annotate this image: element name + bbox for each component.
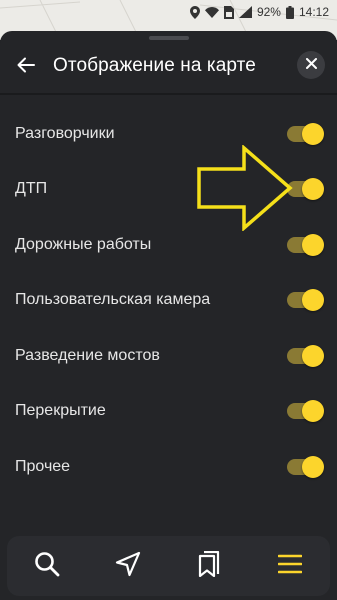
status-bar: 92% 14:12 [0, 0, 337, 24]
battery-percent: 92% [256, 5, 281, 19]
setting-row-bridges[interactable]: Разведение мостов [0, 328, 337, 384]
setting-toggle[interactable] [287, 289, 324, 312]
sheet-grabber[interactable] [149, 36, 189, 40]
setting-label: Дорожные работы [15, 235, 152, 253]
settings-sheet: Отображение на карте Разговорчики ДТП До… [0, 31, 337, 600]
sim-icon [223, 5, 234, 19]
bookmarks-icon [197, 550, 221, 582]
setting-row-user-camera[interactable]: Пользовательская камера [0, 273, 337, 329]
menu-icon [277, 554, 302, 579]
battery-icon [285, 5, 294, 19]
toggle-knob [302, 344, 324, 367]
setting-label: Прочее [15, 457, 71, 475]
toggle-knob [302, 233, 324, 256]
back-button[interactable] [10, 51, 42, 83]
toggle-knob [302, 455, 324, 478]
setting-row-chats[interactable]: Разговорчики [0, 106, 337, 162]
setting-toggle[interactable] [287, 233, 324, 256]
arrow-left-icon [17, 57, 35, 78]
navigation-arrow-icon [115, 551, 141, 582]
setting-label: Перекрытие [15, 402, 106, 420]
sheet-header: Отображение на карте [0, 45, 337, 89]
setting-row-closure[interactable]: Перекрытие [0, 384, 337, 440]
setting-label: Разведение мостов [15, 346, 160, 364]
setting-row-other[interactable]: Прочее [0, 439, 337, 495]
nav-menu-button[interactable] [260, 536, 320, 596]
nav-search-button[interactable] [17, 536, 77, 596]
clock: 14:12 [298, 5, 329, 19]
search-icon [34, 551, 60, 582]
setting-toggle[interactable] [287, 344, 324, 367]
wifi-icon [204, 6, 219, 18]
setting-toggle[interactable] [287, 455, 324, 478]
toggle-knob [302, 289, 324, 312]
page-title: Отображение на карте [53, 55, 256, 76]
nav-navigation-button[interactable] [98, 536, 158, 596]
settings-list: Разговорчики ДТП Дорожные работы Пользов… [0, 106, 337, 495]
setting-toggle[interactable] [287, 122, 324, 145]
setting-label: Разговорчики [15, 124, 115, 142]
toggle-knob [302, 178, 324, 201]
setting-label: ДТП [15, 180, 48, 198]
signal-icon [238, 6, 252, 18]
toggle-knob [302, 122, 324, 145]
setting-toggle[interactable] [287, 400, 324, 423]
setting-row-accidents[interactable]: ДТП [0, 162, 337, 218]
setting-label: Пользовательская камера [15, 291, 211, 309]
bottom-navigation [7, 536, 330, 596]
header-divider [0, 93, 337, 95]
setting-row-roadworks[interactable]: Дорожные работы [0, 217, 337, 273]
nav-bookmarks-button[interactable] [179, 536, 239, 596]
setting-toggle[interactable] [287, 178, 324, 201]
close-icon [305, 56, 317, 74]
close-button[interactable] [297, 51, 325, 79]
location-icon [189, 5, 200, 19]
toggle-knob [302, 400, 324, 423]
